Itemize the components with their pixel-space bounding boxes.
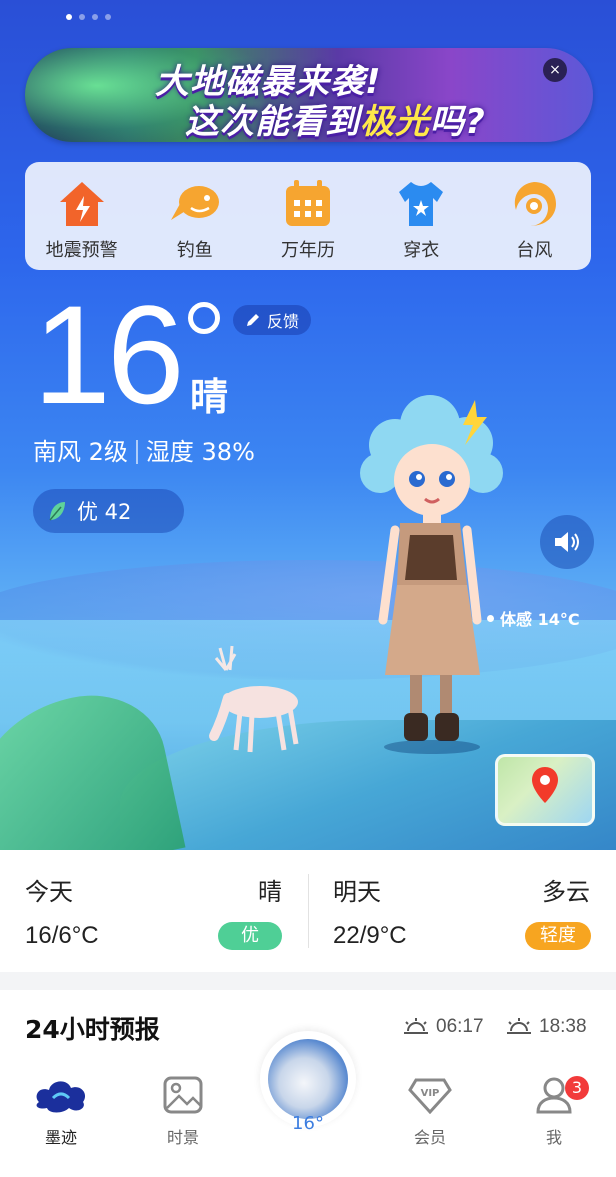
notification-badge: 3 <box>565 1076 589 1100</box>
tool-earthquake-alert[interactable]: 地震预警 <box>25 162 138 270</box>
typhoon-icon <box>515 182 557 226</box>
hourly-title: 24小时预报 <box>25 1015 160 1044</box>
speaker-button[interactable] <box>540 515 594 569</box>
pencil-icon <box>247 314 259 326</box>
banner-headline-2: 这次能看到极光吗? <box>185 102 486 142</box>
center-weather-button[interactable]: 16° <box>260 1031 356 1134</box>
feels-like: 体感 14°C <box>500 610 580 629</box>
aqi-pill[interactable]: 优 42 <box>33 489 184 533</box>
tab-scenery[interactable]: 时景 <box>138 1076 228 1148</box>
sunrise: 06:17 <box>402 1016 484 1038</box>
close-icon[interactable]: × <box>543 58 567 82</box>
map-pin-icon <box>532 767 558 803</box>
calendar-icon <box>286 180 330 226</box>
current-condition: 晴 <box>190 375 229 419</box>
forecast-tomorrow[interactable]: 明天 多云 22/9°C 轻度 <box>309 850 616 972</box>
tab-moji[interactable]: 墨迹 <box>16 1076 106 1148</box>
aqi-badge: 轻度 <box>525 922 591 950</box>
tool-clothing[interactable]: 穿衣 <box>365 162 478 270</box>
tshirt-icon <box>399 182 444 226</box>
current-temperature: 16 <box>33 276 185 433</box>
moji-cloud-icon <box>36 1081 86 1113</box>
weather-hero: 大地磁暴来袭! 这次能看到极光吗? × 地震预警 钓鱼 万年历 穿衣 台风 16… <box>0 0 616 850</box>
avatar-character[interactable] <box>355 395 505 755</box>
map-button[interactable] <box>495 754 595 826</box>
deer-illustration <box>209 645 299 753</box>
sunset: 18:38 <box>505 1016 587 1038</box>
aqi-badge: 优 <box>218 922 282 950</box>
sunrise-icon <box>404 1018 428 1034</box>
speaker-icon <box>555 532 579 552</box>
aurora-promo-banner[interactable]: 大地磁暴来袭! 这次能看到极光吗? × <box>25 48 593 142</box>
feedback-button[interactable]: 反馈 <box>233 305 312 335</box>
wind-humidity: 南风 2级 湿度 38% <box>33 438 255 466</box>
tool-fishing[interactable]: 钓鱼 <box>138 162 251 270</box>
degree-symbol <box>188 302 220 334</box>
house-quake-icon <box>59 182 104 226</box>
tool-typhoon[interactable]: 台风 <box>478 162 591 270</box>
tab-vip[interactable]: VIP 会员 <box>385 1076 475 1148</box>
forecast-today[interactable]: 今天 晴 16/6°C 优 <box>0 850 308 972</box>
tool-calendar[interactable]: 万年历 <box>251 162 364 270</box>
quick-tools: 地震预警 钓鱼 万年历 穿衣 台风 <box>25 162 591 270</box>
page-indicator <box>66 14 111 20</box>
svg-text:VIP: VIP <box>421 1088 440 1099</box>
vip-diamond-icon: VIP <box>408 1078 452 1115</box>
sunset-icon <box>507 1018 531 1034</box>
fish-icon <box>170 186 219 220</box>
leaf-icon <box>49 502 65 521</box>
sky-thumbnail <box>268 1039 348 1119</box>
image-icon <box>163 1076 203 1114</box>
